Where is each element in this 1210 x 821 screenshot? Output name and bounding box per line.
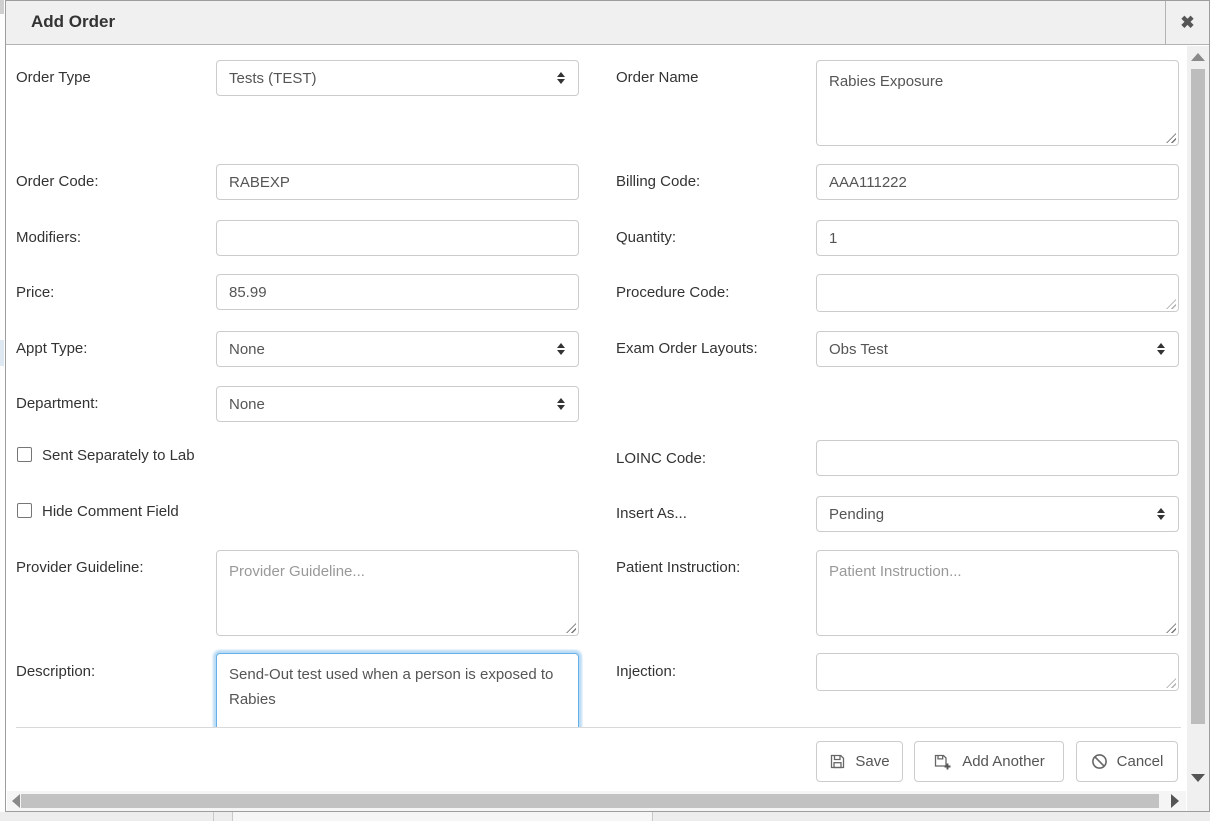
save-button[interactable]: Save xyxy=(816,741,903,782)
page-background-bottom xyxy=(0,812,1210,821)
select-caret-icon xyxy=(1157,343,1165,355)
price-label: Price: xyxy=(16,284,54,301)
department-label: Department: xyxy=(16,395,99,412)
procedure-code-label: Procedure Code: xyxy=(616,284,729,301)
procedure-code-field xyxy=(816,274,1179,312)
description-label: Description: xyxy=(16,663,95,680)
sent-separately-to-lab-label: Sent Separately to Lab xyxy=(42,447,195,464)
quantity-label: Quantity: xyxy=(616,229,676,246)
appt-type-select[interactable]: None xyxy=(216,331,579,367)
scroll-left-arrow-icon[interactable] xyxy=(12,794,20,808)
billing-code-input[interactable] xyxy=(816,164,1179,200)
select-caret-icon xyxy=(557,343,565,355)
order-type-label: Order Type xyxy=(16,69,91,86)
insert-as-value: Pending xyxy=(829,506,884,523)
provider-guideline-label: Provider Guideline: xyxy=(16,559,144,576)
order-type-select[interactable]: Tests (TEST) xyxy=(216,60,579,96)
quantity-input[interactable] xyxy=(816,220,1179,256)
horizontal-scrollbar-thumb[interactable] xyxy=(21,794,1159,808)
scroll-up-arrow-icon[interactable] xyxy=(1191,53,1205,61)
footer-divider xyxy=(16,727,1181,728)
description-field: Send-Out test used when a person is expo… xyxy=(212,649,583,727)
exam-order-layouts-label: Exam Order Layouts: xyxy=(616,340,758,357)
save-button-label: Save xyxy=(855,753,889,770)
department-value: None xyxy=(229,396,265,413)
patient-instruction-label: Patient Instruction: xyxy=(616,559,740,576)
order-code-input[interactable] xyxy=(216,164,579,200)
billing-code-label: Billing Code: xyxy=(616,173,700,190)
hide-comment-field-checkbox[interactable] xyxy=(17,503,32,518)
loinc-code-label: LOINC Code: xyxy=(616,450,706,467)
exam-order-layouts-value: Obs Test xyxy=(829,341,888,358)
close-icon: ✖ xyxy=(1180,13,1194,33)
exam-order-layouts-select[interactable]: Obs Test xyxy=(816,331,1179,367)
add-order-dialog: Add Order ✖ Order Type Tests (TEST) Orde… xyxy=(5,0,1210,812)
add-another-icon xyxy=(933,753,953,771)
scroll-right-arrow-icon[interactable] xyxy=(1171,794,1179,808)
close-button[interactable]: ✖ xyxy=(1166,1,1209,44)
select-caret-icon xyxy=(557,398,565,410)
insert-as-label: Insert As... xyxy=(616,505,687,522)
dialog-title: Add Order xyxy=(31,12,115,32)
cancel-icon xyxy=(1091,753,1108,770)
order-name-field: Rabies Exposure xyxy=(816,60,1179,146)
injection-field xyxy=(816,653,1179,691)
procedure-code-textarea[interactable] xyxy=(816,274,1179,312)
vertical-scrollbar[interactable] xyxy=(1187,46,1209,791)
hide-comment-field-label: Hide Comment Field xyxy=(42,503,179,520)
cancel-button[interactable]: Cancel xyxy=(1076,741,1178,782)
order-name-label: Order Name xyxy=(616,69,699,86)
loinc-code-input[interactable] xyxy=(816,440,1179,476)
patient-instruction-field xyxy=(816,550,1179,636)
order-type-value: Tests (TEST) xyxy=(229,70,317,87)
appt-type-value: None xyxy=(229,341,265,358)
price-input[interactable] xyxy=(216,274,579,310)
modifiers-label: Modifiers: xyxy=(16,229,81,246)
scrollbar-corner xyxy=(1187,791,1209,811)
dialog-header: Add Order ✖ xyxy=(6,1,1209,45)
modifiers-input[interactable] xyxy=(216,220,579,256)
department-select[interactable]: None xyxy=(216,386,579,422)
provider-guideline-field xyxy=(216,550,579,636)
provider-guideline-textarea[interactable] xyxy=(216,550,579,636)
insert-as-select[interactable]: Pending xyxy=(816,496,1179,532)
patient-instruction-textarea[interactable] xyxy=(816,550,1179,636)
order-code-label: Order Code: xyxy=(16,173,99,190)
appt-type-label: Appt Type: xyxy=(16,340,87,357)
select-caret-icon xyxy=(557,72,565,84)
description-textarea[interactable]: Send-Out test used when a person is expo… xyxy=(216,653,579,727)
injection-textarea[interactable] xyxy=(816,653,1179,691)
injection-label: Injection: xyxy=(616,663,676,680)
vertical-scrollbar-thumb[interactable] xyxy=(1191,69,1205,724)
add-another-button-label: Add Another xyxy=(962,753,1045,770)
order-name-textarea[interactable]: Rabies Exposure xyxy=(816,60,1179,146)
save-icon xyxy=(829,753,846,770)
cancel-button-label: Cancel xyxy=(1117,753,1164,770)
scroll-down-arrow-icon[interactable] xyxy=(1191,774,1205,782)
select-caret-icon xyxy=(1157,508,1165,520)
horizontal-scrollbar[interactable] xyxy=(7,791,1186,811)
add-another-button[interactable]: Add Another xyxy=(914,741,1064,782)
sent-separately-to-lab-checkbox[interactable] xyxy=(17,447,32,462)
